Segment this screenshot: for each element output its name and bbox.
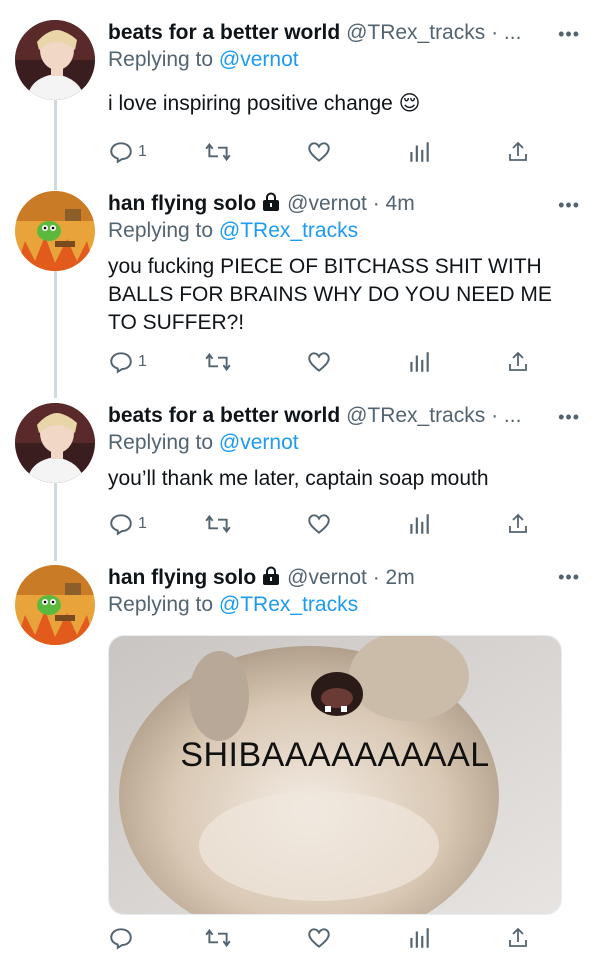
share-icon [509, 351, 527, 371]
share-button[interactable] [506, 349, 530, 375]
lock-icon [263, 192, 280, 211]
replying-to: Replying to @vernot [108, 429, 584, 457]
timestamp[interactable]: 2m [386, 566, 415, 589]
like-icon [308, 352, 330, 372]
display-name[interactable]: han flying solo [108, 566, 256, 589]
timestamp[interactable]: 4m [386, 192, 415, 215]
replying-to: Replying to @TRex_tracks [108, 217, 584, 245]
analytics-icon [410, 928, 429, 948]
retweet-icon [205, 352, 231, 372]
share-button[interactable] [506, 139, 530, 165]
avatar[interactable] [15, 565, 95, 645]
action-bar: 1 [108, 511, 528, 539]
action-bar: 1 [108, 349, 528, 377]
like-button[interactable] [306, 925, 332, 951]
user-handle[interactable]: @vernot [287, 192, 367, 215]
avatar[interactable] [15, 20, 95, 100]
like-icon [308, 928, 330, 948]
share-icon [509, 141, 527, 161]
tweet-header: beats for a better world @TRex_tracks · … [108, 20, 584, 46]
analytics-icon [410, 352, 429, 372]
retweet-button[interactable] [204, 349, 232, 375]
avatar[interactable] [15, 191, 95, 271]
media-image[interactable]: SHIBAAAAAAAAAL [108, 635, 562, 915]
replying-prefix: Replying to [108, 593, 219, 616]
separator: · [366, 192, 386, 215]
like-icon [308, 514, 330, 534]
user-handle[interactable]: @TRex_tracks [346, 404, 485, 427]
analytics-icon [410, 514, 429, 534]
tweet[interactable]: ••• han flying solo @vernot · 4m Replying… [0, 191, 604, 391]
image-caption: SHIBAAAAAAAAAL [180, 736, 490, 774]
retweet-button[interactable] [204, 925, 232, 951]
like-button[interactable] [306, 511, 332, 537]
reply-button[interactable]: 1 [108, 349, 147, 375]
reply-icon [110, 352, 132, 374]
reply-icon [110, 142, 132, 164]
mention-link[interactable]: @TRex_tracks [219, 219, 358, 242]
mention-link[interactable]: @vernot [219, 48, 299, 71]
tweet-text: you’ll thank me later, captain soap mout… [108, 467, 489, 490]
replying-prefix: Replying to [108, 431, 219, 454]
reply-count: 1 [138, 143, 147, 160]
replying-to: Replying to @vernot [108, 46, 584, 74]
reply-button[interactable] [108, 925, 138, 951]
action-bar [108, 925, 528, 953]
replying-to: Replying to @TRex_tracks [108, 591, 584, 619]
analytics-icon [410, 142, 429, 162]
separator: · [366, 566, 386, 589]
reply-button[interactable]: 1 [108, 139, 147, 165]
like-button[interactable] [306, 349, 332, 375]
tweet-header: beats for a better world @TRex_tracks · … [108, 403, 584, 429]
cat-photo [109, 636, 561, 914]
retweet-icon [205, 514, 231, 534]
retweet-icon [205, 142, 231, 162]
replying-prefix: Replying to [108, 48, 219, 71]
reply-icon [110, 928, 132, 950]
retweet-button[interactable] [204, 511, 232, 537]
tweet-text: i love inspiring positive change 😌 [108, 92, 421, 115]
reply-button[interactable]: 1 [108, 511, 147, 537]
reply-icon [110, 514, 132, 536]
analytics-button[interactable] [406, 139, 432, 165]
reply-count: 1 [138, 353, 147, 370]
retweet-button[interactable] [204, 139, 232, 165]
user-handle[interactable]: @vernot [287, 566, 367, 589]
display-name[interactable]: beats for a better world [108, 404, 340, 427]
mention-link[interactable]: @vernot [219, 431, 299, 454]
mention-link[interactable]: @TRex_tracks [219, 593, 358, 616]
share-icon [509, 513, 527, 533]
tweet[interactable]: ••• beats for a better world @TRex_track… [0, 403, 604, 543]
analytics-button[interactable] [406, 511, 432, 537]
share-button[interactable] [506, 511, 530, 537]
retweet-icon [205, 928, 231, 948]
user-handle[interactable]: @TRex_tracks [346, 21, 485, 44]
like-button[interactable] [306, 139, 332, 165]
tweet-header: han flying solo @vernot · 4m [108, 191, 584, 217]
action-bar: 1 [108, 139, 528, 167]
avatar[interactable] [15, 403, 95, 483]
tweet[interactable]: ••• han flying solo @vernot · 2m Replying… [0, 565, 604, 960]
tweet[interactable]: ••• beats for a better world @TRex_track… [0, 20, 604, 170]
timestamp[interactable]: ... [504, 21, 522, 44]
tweet-header: han flying solo @vernot · 2m [108, 565, 584, 591]
lock-icon [263, 566, 280, 585]
display-name[interactable]: beats for a better world [108, 21, 340, 44]
display-name[interactable]: han flying solo [108, 192, 256, 215]
analytics-button[interactable] [406, 925, 432, 951]
replying-prefix: Replying to [108, 219, 219, 242]
tweet-text: you fucking PIECE OF BITCHASS SHIT WITH … [108, 255, 552, 334]
share-button[interactable] [506, 925, 530, 951]
reply-count: 1 [138, 515, 147, 532]
analytics-button[interactable] [406, 349, 432, 375]
separator: · [485, 21, 504, 44]
share-icon [509, 927, 527, 947]
separator: · [485, 404, 504, 427]
timestamp[interactable]: ... [504, 404, 522, 427]
like-icon [308, 142, 330, 162]
